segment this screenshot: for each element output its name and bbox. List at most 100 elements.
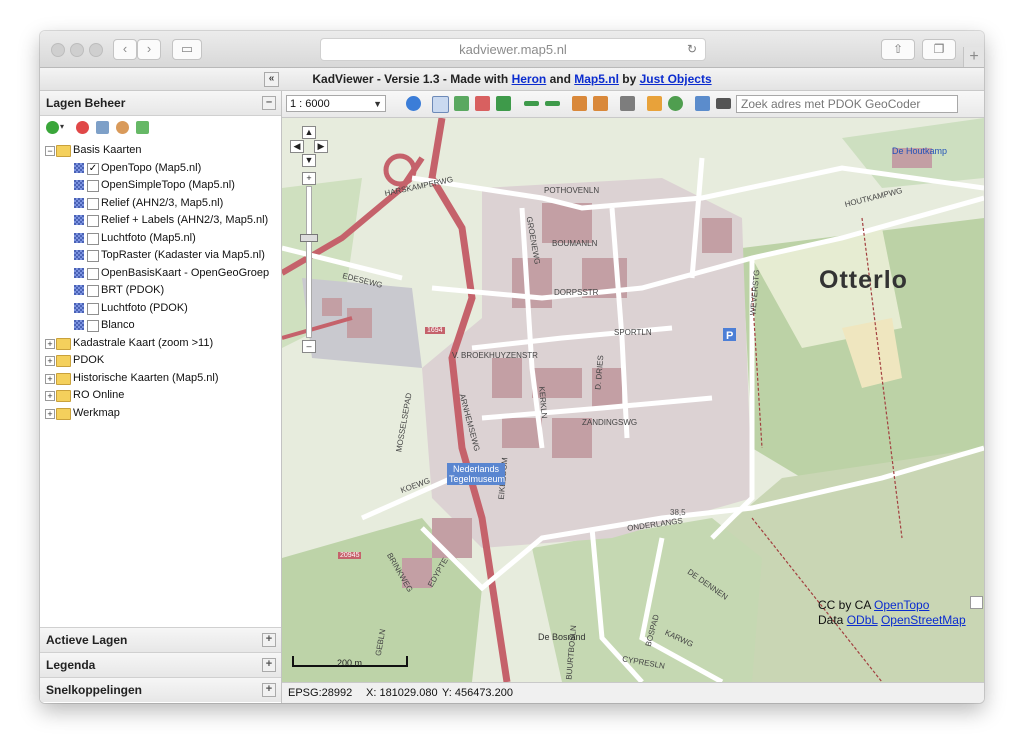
layer-checkbox[interactable] — [87, 302, 99, 315]
tabs-overview-icon[interactable]: ❐ — [922, 39, 956, 60]
share-icon[interactable]: ⇧ — [881, 39, 915, 60]
layer-settings-icon[interactable] — [96, 121, 109, 134]
layer-checkbox[interactable] — [87, 285, 99, 297]
zoom-in-button[interactable]: + — [302, 172, 316, 185]
layer-checkbox[interactable] — [87, 320, 99, 332]
layer-checkbox[interactable] — [87, 215, 99, 227]
openstreetmap-link[interactable]: OpenStreetMap — [881, 613, 966, 627]
scale-select[interactable]: 1 : 6000 ▼ — [286, 95, 386, 112]
remove-layer-icon[interactable] — [76, 121, 89, 134]
scale-value: 1 : 6000 — [290, 98, 330, 110]
heron-link[interactable]: Heron — [512, 72, 547, 86]
pan-east-icon[interactable]: ▶ — [314, 140, 328, 153]
odbl-link[interactable]: ODbL — [847, 613, 878, 627]
pan-south-icon[interactable]: ▼ — [302, 154, 316, 167]
layer-type-icon — [74, 162, 84, 173]
collapse-panel-icon[interactable]: – — [262, 96, 276, 110]
folder-icon — [56, 145, 71, 157]
layer-tools: ▾ — [40, 116, 281, 140]
street-label-dorpsstr: DORPSSTR — [554, 288, 599, 297]
geocoder-search-input[interactable]: Zoek adres met PDOK GeoCoder — [736, 95, 958, 113]
minimize-window-button[interactable] — [70, 43, 84, 57]
close-window-button[interactable] — [51, 43, 65, 57]
shortcuts-panel-header[interactable]: Snelkoppelingen + — [40, 677, 281, 702]
layer-label: Luchtfoto (PDOK) — [101, 301, 188, 314]
print-icon[interactable] — [620, 96, 635, 111]
opentopo-link[interactable]: OpenTopo — [874, 598, 929, 612]
layer-manager-title: Lagen Beheer — [46, 96, 126, 110]
measure-length-icon[interactable] — [572, 96, 587, 111]
forward-button[interactable]: › — [137, 39, 161, 60]
geocoder-building-icon — [716, 98, 731, 109]
expand-folder-icon[interactable]: + — [45, 373, 55, 384]
layer-label: BRT (PDOK) — [101, 284, 165, 296]
image-export-icon[interactable] — [695, 96, 710, 111]
zoom-slider-track[interactable] — [306, 186, 312, 338]
layer-checkbox[interactable]: ✓ — [87, 162, 99, 175]
zoom-out-icon[interactable] — [475, 96, 490, 111]
pan-north-icon[interactable]: ▲ — [302, 126, 316, 139]
active-layers-panel-header[interactable]: Actieve Lagen + — [40, 627, 281, 652]
edit-icon[interactable] — [647, 96, 662, 111]
zoom-in-icon[interactable] — [454, 96, 469, 111]
map-toolbar: 1 : 6000 ▼ Zoek adres met PDOK GeoCoder — [282, 91, 984, 118]
expand-folder-icon[interactable]: + — [45, 408, 55, 419]
layer-checkbox[interactable] — [87, 267, 99, 280]
poi-label-de-bosrand: De Bosrand — [538, 632, 586, 642]
zoom-extent-icon[interactable] — [496, 96, 511, 111]
previous-extent-icon[interactable] — [524, 101, 539, 106]
expand-folder-icon[interactable]: + — [45, 338, 55, 349]
layer-type-icon — [74, 285, 84, 295]
info-icon[interactable] — [406, 96, 421, 111]
expand-legend-icon[interactable]: + — [262, 658, 276, 672]
layer-type-icon — [74, 250, 84, 260]
pan-hand-icon[interactable] — [432, 96, 449, 113]
layer-checkbox[interactable] — [87, 232, 99, 245]
layer-checkbox[interactable] — [87, 250, 99, 262]
zoom-out-button[interactable]: – — [302, 340, 316, 353]
map-viewport[interactable]: P Otterlo HARSKAMPERWG POTHOVENLN HOUTKA… — [282, 118, 984, 682]
collapse-header-icon[interactable]: « — [264, 72, 279, 87]
expand-folder-icon[interactable]: + — [45, 391, 55, 401]
just-objects-link[interactable]: Just Objects — [640, 72, 712, 86]
map5-link[interactable]: Map5.nl — [574, 72, 619, 86]
pan-west-icon[interactable]: ◀ — [290, 140, 304, 153]
layer-checkbox[interactable] — [87, 180, 99, 192]
expand-shortcuts-icon[interactable]: + — [262, 683, 276, 697]
expand-folder-icon[interactable]: + — [45, 356, 55, 366]
sidebar-toggle-icon[interactable]: ▭ — [172, 39, 202, 60]
next-extent-icon[interactable] — [545, 101, 560, 106]
layer-type-icon — [74, 180, 84, 190]
new-tab-button[interactable]: + — [963, 47, 984, 67]
layer-checkbox[interactable] — [87, 197, 99, 210]
collapse-folder-icon[interactable]: − — [45, 146, 55, 156]
layer-type-icon — [74, 232, 84, 243]
layer-label: OpenTopo (Map5.nl) — [101, 161, 202, 174]
attribution-toggle-icon[interactable] — [970, 596, 983, 609]
app-title-prefix: KadViewer - Versie 1.3 - Made with — [312, 72, 512, 86]
layer-style-icon[interactable] — [116, 121, 129, 134]
folder-icon — [56, 337, 71, 350]
folder-icon — [56, 372, 71, 385]
folder-label: Werkmap — [73, 406, 120, 419]
app-title-by: by — [618, 72, 640, 86]
layer-opacity-icon[interactable] — [136, 121, 149, 134]
layer-label: TopRaster (Kadaster via Map5.nl) — [101, 249, 265, 261]
legend-panel-header[interactable]: Legenda + — [40, 652, 281, 677]
layer-type-icon — [74, 302, 84, 313]
poi-label-de-houtkamp: De Houtkamp — [892, 146, 948, 156]
reload-icon[interactable]: ↻ — [687, 39, 697, 60]
expand-active-layers-icon[interactable]: + — [262, 633, 276, 647]
folder-label: PDOK — [73, 354, 105, 366]
globe-icon[interactable] — [668, 96, 683, 111]
add-layer-dropdown-icon[interactable]: ▾ — [60, 122, 64, 131]
folder-icon — [56, 407, 71, 420]
zoom-window-button[interactable] — [89, 43, 103, 57]
measure-area-icon[interactable] — [593, 96, 608, 111]
zoom-slider-handle[interactable] — [300, 234, 318, 242]
add-layer-icon[interactable] — [46, 121, 59, 134]
address-bar[interactable]: kadviewer.map5.nl ↻ — [320, 38, 706, 61]
attribution-line-1: CC by CA OpenTopo — [818, 598, 966, 613]
layer-manager-header[interactable]: Lagen Beheer – — [40, 91, 281, 116]
back-button[interactable]: ‹ — [113, 39, 137, 60]
